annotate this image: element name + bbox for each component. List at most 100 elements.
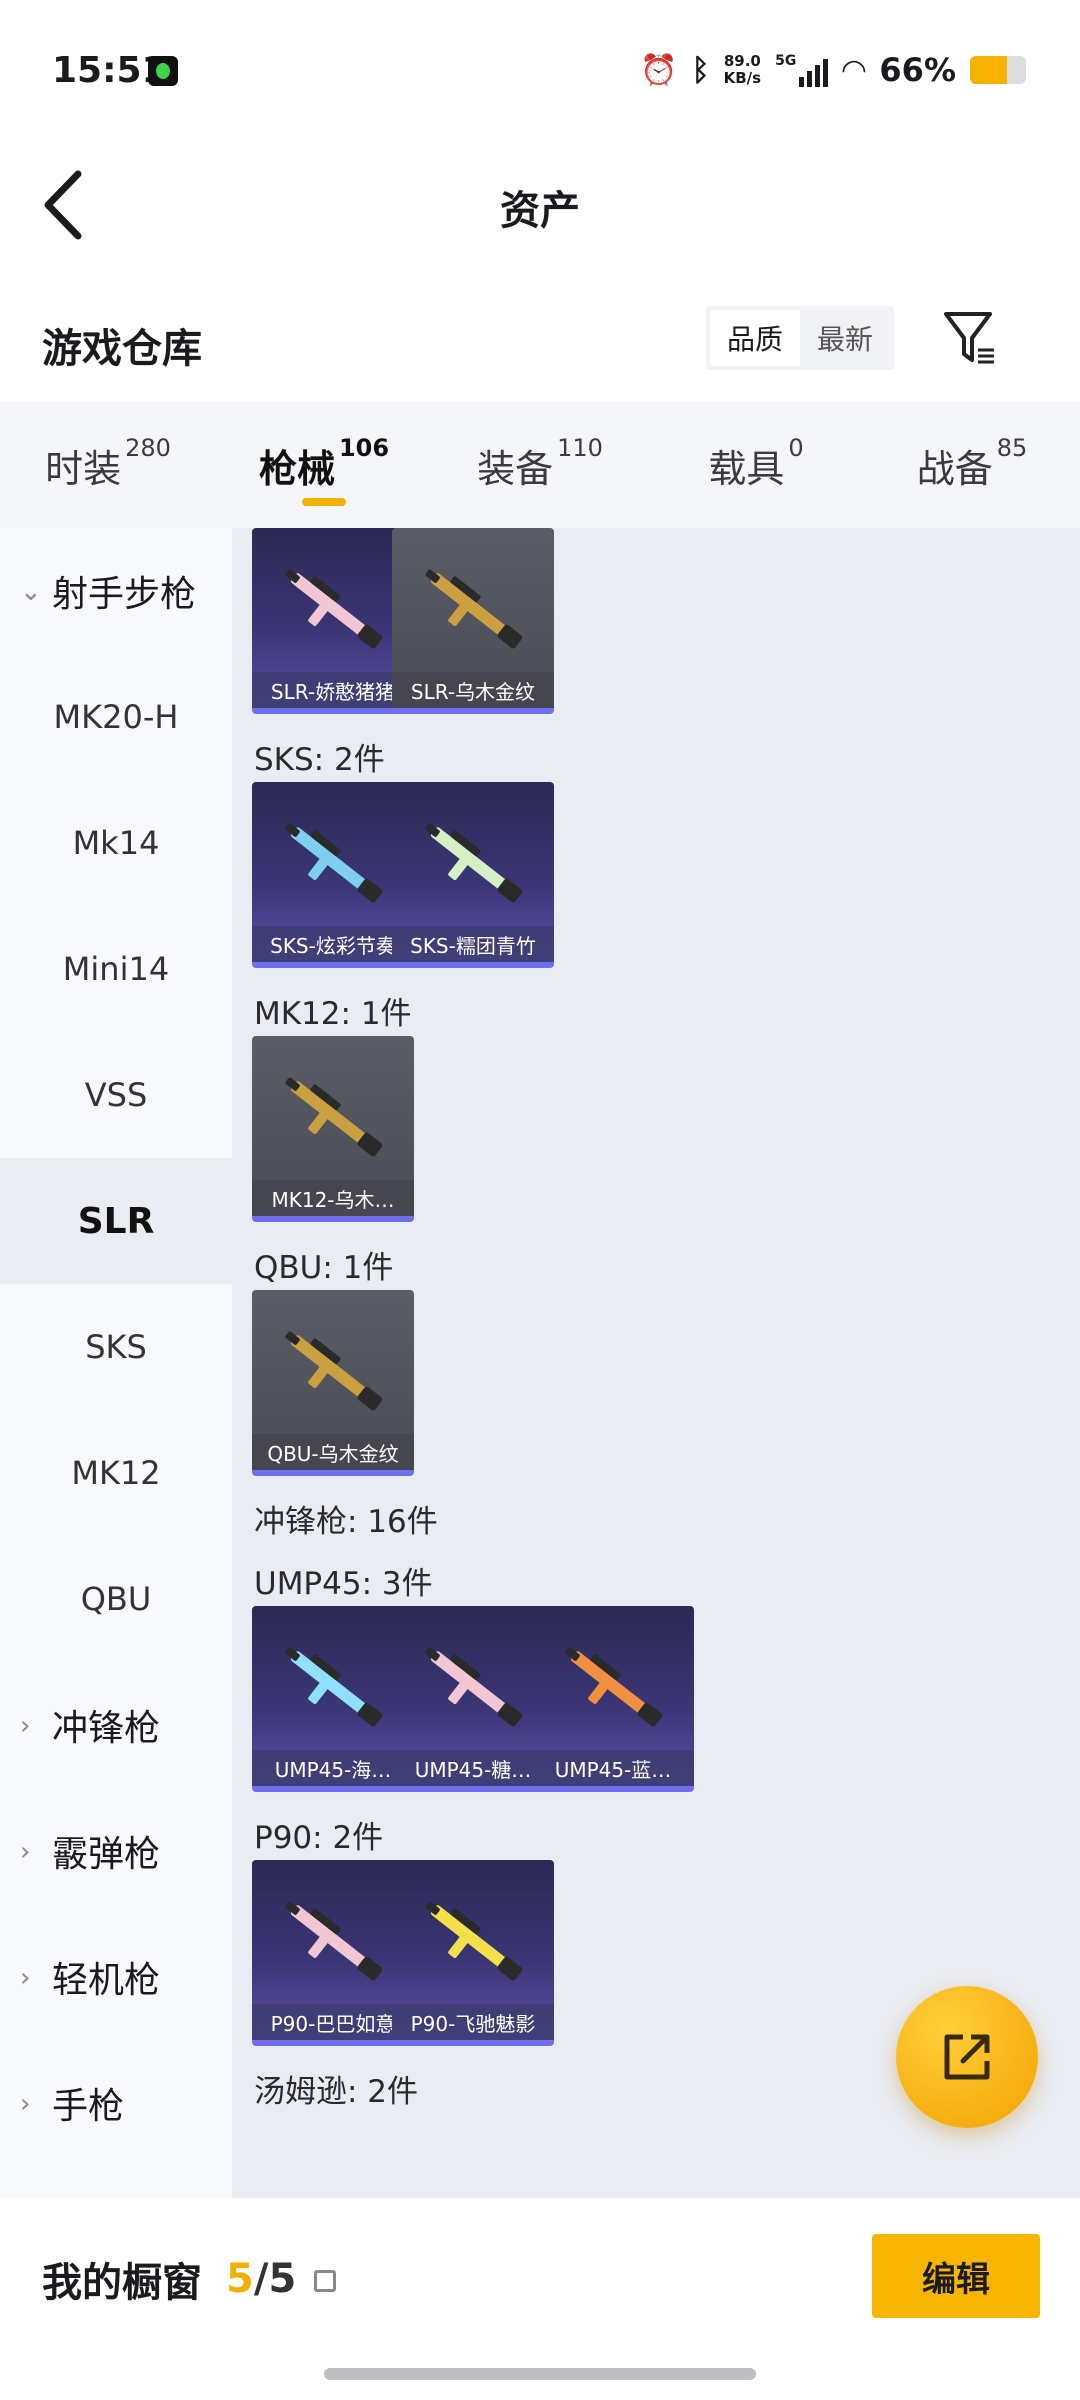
weapon-card-name: SLR-娇憨猪猪 xyxy=(252,672,414,708)
weapon-card-name: P90-飞驰魅影 xyxy=(392,2004,554,2040)
home-indicator[interactable] xyxy=(324,2368,756,2380)
battery-icon xyxy=(970,56,1026,84)
weapon-skin-icon xyxy=(285,1647,383,1727)
filter-button[interactable] xyxy=(940,304,1000,370)
sidebar-item[interactable]: MK20-H xyxy=(0,654,232,780)
network-speed: 89.0 KB/s xyxy=(723,52,762,87)
weapon-skin-icon xyxy=(425,1901,523,1981)
sort-toggle: 品质 最新 xyxy=(706,306,894,370)
weapon-group-label: UMP45: 3件 xyxy=(254,1566,433,1602)
chevron-right-icon: › xyxy=(20,1711,31,1741)
showcase-label: 我的橱窗 xyxy=(42,2260,202,2306)
weapon-card-name: P90-巴巴如意 xyxy=(252,2004,414,2040)
sidebar-item[interactable]: SLR xyxy=(0,1158,232,1284)
weapon-card[interactable]: SLR-乌木金纹 xyxy=(392,528,554,714)
weapon-card-name: SKS-糯团青竹 xyxy=(392,926,554,962)
weapon-skin-icon xyxy=(285,1901,383,1981)
weapon-group-label: QBU: 1件 xyxy=(254,1250,394,1286)
bottom-bar: 我的橱窗 5 / 5 编辑 xyxy=(0,2198,1080,2400)
weapon-skin-icon xyxy=(285,1077,383,1157)
showcase-total: 5 xyxy=(268,2256,297,2302)
sidebar-item[interactable]: › 手枪 xyxy=(0,2040,232,2166)
sidebar-item[interactable]: VSS xyxy=(0,1032,232,1158)
chevron-right-icon: › xyxy=(20,1963,31,1993)
battery-percent: 66% xyxy=(879,51,956,89)
sidebar-item[interactable]: MK12 xyxy=(0,1410,232,1536)
weapon-card[interactable]: UMP45-海… xyxy=(252,1606,414,1792)
weapon-card-name: UMP45-海… xyxy=(252,1750,414,1786)
sidebar-item[interactable]: › 冲锋枪 xyxy=(0,1662,232,1788)
status-bar: 15:51 ⏰ ᛒ 89.0 KB/s 5G ◠ 66% xyxy=(0,0,1080,140)
weapon-sidebar: ⌄ 射手步枪 MK20-H Mk14 Mini14 VSS SLR SKS MK12 QBU › 冲锋… xyxy=(0,528,232,2198)
weapon-card-name: UMP45-蓝… xyxy=(532,1750,694,1786)
share-button[interactable] xyxy=(896,1986,1038,2128)
weapon-skin-icon xyxy=(285,1331,383,1411)
weapon-skin-icon xyxy=(425,823,523,903)
sidebar-item-label: MK20-H xyxy=(53,698,179,736)
weapon-card-name: UMP45-糖… xyxy=(392,1750,554,1786)
weapon-card[interactable]: P90-巴巴如意 xyxy=(252,1860,414,2046)
weapon-card-name: SKS-炫彩节奏 xyxy=(252,926,414,962)
weapon-skin-icon xyxy=(285,823,383,903)
weapon-group-label: 汤姆逊: 2件 xyxy=(254,2074,419,2110)
weapon-group-label: SKS: 2件 xyxy=(254,742,385,778)
sidebar-item-label: 轻机枪 xyxy=(52,1960,161,2001)
top-nav: 资产 xyxy=(0,140,1080,270)
filter-icon xyxy=(944,312,994,364)
weapon-skin-icon xyxy=(425,1647,523,1727)
sidebar-item-label: VSS xyxy=(84,1076,148,1114)
sidebar-item-label: 射手步枪 xyxy=(52,574,197,615)
section-header: 游戏仓库 品质 最新 xyxy=(0,290,1080,390)
weapon-card[interactable]: SKS-炫彩节奏 xyxy=(252,782,414,968)
showcase-status: 我的橱窗 5 / 5 xyxy=(42,2250,337,2308)
weapon-group-label: P90: 2件 xyxy=(254,1820,384,1856)
chevron-right-icon: › xyxy=(20,1837,31,1867)
sidebar-item[interactable]: ⌄ 射手步枪 xyxy=(0,528,232,654)
bluetooth-icon: ᛒ xyxy=(691,52,710,88)
sidebar-item[interactable]: SKS xyxy=(0,1284,232,1410)
showcase-separator: / xyxy=(253,2256,269,2302)
sidebar-item-label: Mk14 xyxy=(72,824,160,862)
sidebar-item[interactable]: › 霰弹枪 xyxy=(0,1788,232,1914)
weapon-group-label: 冲锋枪: 16件 xyxy=(254,1504,438,1540)
weapon-card[interactable]: SKS-糯团青竹 xyxy=(392,782,554,968)
weapon-card-name: SLR-乌木金纹 xyxy=(392,672,554,708)
sidebar-item-label: SLR xyxy=(77,1200,155,1242)
weapon-card[interactable]: UMP45-糖… xyxy=(392,1606,554,1792)
weapon-skin-icon xyxy=(565,1647,663,1727)
section-title: 游戏仓库 xyxy=(42,326,202,372)
sidebar-item-label: QBU xyxy=(80,1580,152,1618)
sidebar-item-label: 冲锋枪 xyxy=(52,1708,161,1749)
sidebar-item[interactable]: QBU xyxy=(0,1536,232,1662)
tab-equipment[interactable]: 装备 110 xyxy=(432,402,648,528)
weapon-skin-icon xyxy=(425,569,523,649)
sidebar-item[interactable]: Mk14 xyxy=(0,780,232,906)
sidebar-item-label: MK12 xyxy=(71,1454,161,1492)
category-tabs: 时装 280 枪械 106 装备 110 载具 0 战备 85 xyxy=(0,402,1080,528)
sidebar-item-label: SKS xyxy=(85,1328,147,1366)
signal-icon: 5G xyxy=(775,53,829,87)
sidebar-item-label: 霰弹枪 xyxy=(52,1834,161,1875)
tab-firearms[interactable]: 枪械 106 xyxy=(216,402,432,528)
weapon-card[interactable]: QBU-乌木金纹 xyxy=(252,1290,414,1476)
page-title: 资产 xyxy=(500,188,580,234)
sidebar-item[interactable]: › 轻机枪 xyxy=(0,1914,232,2040)
sidebar-item[interactable]: Mini14 xyxy=(0,906,232,1032)
weapon-card[interactable]: MK12-乌木… xyxy=(252,1036,414,1222)
weapon-card-name: MK12-乌木… xyxy=(252,1180,414,1216)
tab-vehicles[interactable]: 载具 0 xyxy=(648,402,864,528)
weapon-card[interactable]: SLR-娇憨猪猪 xyxy=(252,528,414,714)
chevron-right-icon: › xyxy=(20,2089,31,2119)
wifi-icon: ◠ xyxy=(842,52,866,88)
weapon-list: SLR-娇憨猪猪 SLR-乌木金纹 SKS: 2件 SKS-炫彩节奏 SKS-糯团青竹 M… xyxy=(232,528,1080,2198)
edit-button[interactable]: 编辑 xyxy=(872,2234,1040,2318)
status-indicators: ⏰ ᛒ 89.0 KB/s 5G ◠ 66% xyxy=(640,48,1026,92)
sort-newest-button[interactable]: 最新 xyxy=(800,310,890,366)
weapon-card[interactable]: P90-飞驰魅影 xyxy=(392,1860,554,2046)
tab-fashion[interactable]: 时装 280 xyxy=(0,402,216,528)
alarm-icon: ⏰ xyxy=(640,52,678,88)
sort-quality-button[interactable]: 品质 xyxy=(710,310,800,366)
tab-supplies[interactable]: 战备 85 xyxy=(864,402,1080,528)
showcase-current: 5 xyxy=(226,2256,254,2302)
weapon-card[interactable]: UMP45-蓝… xyxy=(532,1606,694,1792)
